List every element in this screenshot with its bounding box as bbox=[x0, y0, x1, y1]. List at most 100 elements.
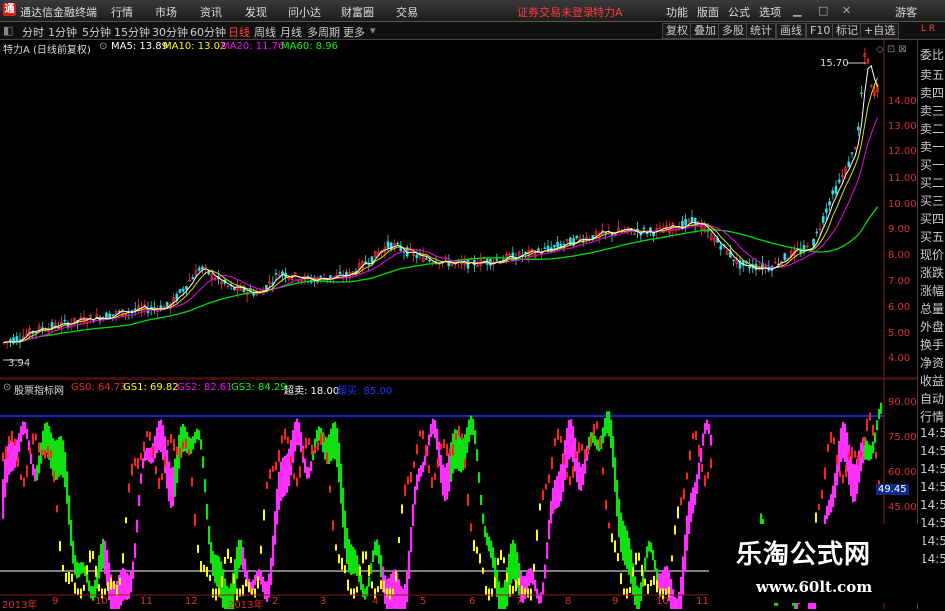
indicator-band bbox=[208, 525, 211, 545]
menu-banmian[interactable]: 版面 bbox=[697, 4, 719, 20]
menu-zixun[interactable]: 资讯 bbox=[200, 4, 222, 20]
menu-faxian[interactable]: 发现 bbox=[245, 4, 267, 20]
close-icon[interactable]: ✕ bbox=[842, 4, 851, 17]
indicator-band bbox=[58, 436, 61, 477]
candle-body bbox=[850, 152, 854, 154]
login-status[interactable]: 证券交易未登录 bbox=[517, 4, 594, 20]
minimize-icon[interactable]: ▁ bbox=[793, 4, 801, 17]
gs3-value: GS3: 84.29 bbox=[231, 382, 287, 393]
f10-button[interactable]: F10 bbox=[806, 23, 835, 39]
indicator-band bbox=[678, 591, 681, 609]
huaxian-button[interactable]: 画线 bbox=[776, 23, 806, 39]
indicator-tick: 60.00 bbox=[888, 467, 917, 478]
panel-toggle-icon[interactable]: L R bbox=[918, 22, 938, 36]
candle-body bbox=[281, 271, 284, 275]
period-monthly[interactable]: 月线 bbox=[280, 24, 302, 40]
quote-label: 行情 bbox=[920, 410, 945, 424]
indicator-band bbox=[310, 461, 313, 472]
indicator-band bbox=[380, 555, 383, 578]
more-dropdown-icon[interactable]: ▾ bbox=[370, 24, 376, 37]
menu-jiaoyi[interactable]: 交易 bbox=[396, 4, 418, 20]
menu-wenxiaoda[interactable]: 问小达 bbox=[288, 4, 321, 20]
biaoji-button[interactable]: 标记 bbox=[832, 23, 862, 39]
indicator-band bbox=[170, 467, 173, 508]
indicator-band bbox=[168, 461, 171, 502]
price-chart[interactable]: ◇ ⊡ ⊠ bbox=[0, 40, 917, 379]
indicator-band bbox=[614, 457, 617, 492]
indicator-band bbox=[570, 419, 573, 458]
tongji-button[interactable]: 统计 bbox=[746, 23, 776, 39]
candle-body bbox=[201, 266, 204, 270]
period-60min[interactable]: 60分钟 bbox=[190, 24, 226, 40]
indicator-band bbox=[198, 430, 201, 441]
menu-shichang[interactable]: 市场 bbox=[155, 4, 177, 20]
auto-label[interactable]: 自动 bbox=[920, 390, 944, 407]
indicator-tick: 90.00 bbox=[888, 397, 917, 408]
indicator-band bbox=[204, 479, 207, 493]
period-15min[interactable]: 15分钟 bbox=[114, 24, 150, 40]
indicator-band bbox=[32, 464, 35, 476]
collapse-icon[interactable]: ◧ bbox=[3, 24, 13, 37]
duogu-button[interactable]: 多股 bbox=[718, 23, 748, 39]
indicator-band bbox=[80, 562, 83, 575]
menu-gongshi[interactable]: 公式 bbox=[728, 4, 750, 20]
quote-label: 外盘 bbox=[920, 320, 945, 334]
period-weekly[interactable]: 周线 bbox=[254, 24, 276, 40]
period-fenshi[interactable]: 分时 bbox=[22, 24, 44, 40]
tick-time: 14:5 bbox=[920, 480, 945, 494]
indicator-band bbox=[554, 480, 557, 510]
indicator-band bbox=[880, 402, 883, 414]
quote-label: 买一 bbox=[920, 158, 945, 172]
guest-label[interactable]: 游客 bbox=[895, 4, 917, 20]
price-tick: 12.00 bbox=[888, 146, 917, 157]
period-5min[interactable]: 5分钟 bbox=[82, 24, 111, 40]
indicator-band bbox=[868, 444, 871, 461]
indicator-band bbox=[150, 447, 153, 464]
menu-gongneng[interactable]: 功能 bbox=[666, 4, 688, 20]
indicator-band bbox=[468, 419, 471, 443]
candle-body bbox=[690, 217, 694, 223]
menu-xuanxiang[interactable]: 选项 bbox=[759, 4, 781, 20]
indicator-band bbox=[348, 539, 351, 573]
indicator-band bbox=[682, 556, 685, 596]
period-more[interactable]: 更多 bbox=[343, 24, 365, 40]
indicator-band bbox=[444, 467, 447, 502]
period-daily[interactable]: 日线 bbox=[228, 24, 250, 40]
indicator-band bbox=[26, 428, 29, 440]
indicator-band bbox=[838, 441, 841, 473]
legend-toggle-icon[interactable]: ⊙ bbox=[99, 41, 107, 52]
indicator-band bbox=[848, 444, 851, 485]
period-multi[interactable]: 多周期 bbox=[307, 24, 340, 40]
indicator-name[interactable]: 股票指标网 bbox=[14, 382, 64, 397]
menu-caifuquan[interactable]: 财富圈 bbox=[341, 4, 374, 20]
menu-hangqing[interactable]: 行情 bbox=[111, 4, 133, 20]
logo-icon: 通 bbox=[3, 3, 16, 16]
indicator-band bbox=[628, 537, 631, 575]
indicator-band bbox=[56, 439, 59, 480]
indicator-band bbox=[572, 425, 575, 463]
indicator-band bbox=[370, 563, 373, 574]
indicator-band bbox=[194, 431, 197, 444]
candle-body bbox=[783, 253, 787, 261]
ma60-value: MA60: 8.96 bbox=[281, 41, 339, 52]
indicator-band bbox=[156, 427, 159, 454]
period-30min[interactable]: 30分钟 bbox=[152, 24, 188, 40]
indicator-toggle-icon[interactable]: ⊙ bbox=[3, 382, 11, 393]
indicator-band bbox=[268, 573, 271, 598]
tick-time: 14:5 bbox=[920, 426, 945, 440]
indicator-band bbox=[340, 463, 343, 504]
candle-body bbox=[831, 190, 835, 195]
indicator-band bbox=[484, 526, 487, 538]
indicator-band bbox=[622, 520, 625, 561]
add-favorite-button[interactable]: +自选 bbox=[860, 23, 900, 39]
chart-ctrl-icons[interactable]: ◇ ⊡ ⊠ bbox=[876, 44, 907, 55]
indicator-band bbox=[540, 592, 543, 604]
maximize-icon[interactable]: □ bbox=[818, 4, 828, 17]
x-tick: 3 bbox=[320, 596, 327, 607]
period-1min[interactable]: 1分钟 bbox=[48, 24, 77, 40]
indicator-band bbox=[878, 408, 881, 420]
price-tick: 14.00 bbox=[888, 96, 917, 107]
diejia-button[interactable]: 叠加 bbox=[690, 23, 720, 39]
fuquan-button[interactable]: 复权 bbox=[662, 23, 692, 39]
indicator-band bbox=[12, 442, 15, 471]
